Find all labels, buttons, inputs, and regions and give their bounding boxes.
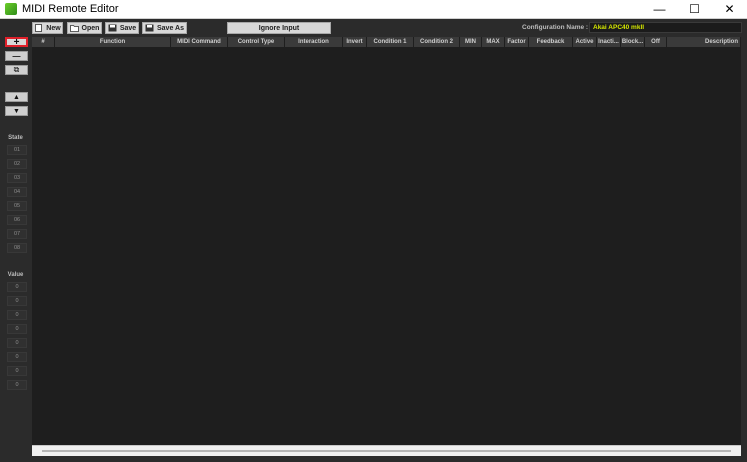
ignore-input-button[interactable]: Ignore Input bbox=[227, 22, 331, 34]
app-icon bbox=[5, 3, 17, 15]
column-header-block[interactable]: Block... bbox=[621, 37, 645, 47]
column-header-max[interactable]: MAX bbox=[482, 37, 505, 47]
state-slot[interactable]: 06 bbox=[7, 215, 27, 225]
window-controls: — ☐ ✕ bbox=[642, 0, 747, 18]
value-slot[interactable]: 0 bbox=[7, 310, 27, 320]
column-header-description[interactable]: Description bbox=[667, 37, 741, 47]
column-header-control-type[interactable]: Control Type bbox=[228, 37, 285, 47]
window-title: MIDI Remote Editor bbox=[22, 3, 119, 15]
arrow-down-icon: ▼ bbox=[13, 107, 20, 115]
value-slot[interactable]: 0 bbox=[7, 282, 27, 292]
value-slot[interactable]: 0 bbox=[7, 352, 27, 362]
column-header-condition-2[interactable]: Condition 2 bbox=[414, 37, 460, 47]
save-label: Save bbox=[119, 24, 137, 32]
left-panel: + — ⧉ ▲ ▼ State 01 02 03 04 05 06 07 08 … bbox=[0, 37, 31, 462]
plus-icon: + bbox=[13, 36, 20, 48]
copy-icon: ⧉ bbox=[13, 65, 20, 74]
arrow-up-icon: ▲ bbox=[13, 93, 20, 101]
state-slot[interactable]: 01 bbox=[7, 145, 27, 155]
column-header-inactive[interactable]: Inacti... bbox=[597, 37, 621, 47]
value-slot[interactable]: 0 bbox=[7, 380, 27, 390]
horizontal-scrollbar[interactable] bbox=[32, 445, 741, 456]
toolbar: New Open Save Save As Ignore Input Confi… bbox=[0, 19, 747, 37]
column-header-min[interactable]: MIN bbox=[460, 37, 482, 47]
configuration-name-input[interactable]: Akai APC40 mkII bbox=[589, 22, 742, 33]
table-header: # Function MIDI Command Control Type Int… bbox=[32, 37, 741, 47]
folder-icon bbox=[69, 24, 79, 32]
open-label: Open bbox=[81, 24, 100, 32]
column-header-midi-command[interactable]: MIDI Command bbox=[171, 37, 228, 47]
scrollbar-thumb[interactable] bbox=[42, 450, 731, 452]
column-header-active[interactable]: Active bbox=[573, 37, 597, 47]
title-bar: MIDI Remote Editor — ☐ ✕ bbox=[0, 0, 747, 19]
column-header-factor[interactable]: Factor bbox=[505, 37, 529, 47]
minimize-button[interactable]: — bbox=[642, 0, 677, 18]
save-as-label: Save As bbox=[157, 24, 184, 32]
column-header-feedback[interactable]: Feedback bbox=[529, 37, 573, 47]
move-up-button[interactable]: ▲ bbox=[5, 92, 28, 102]
remove-row-button[interactable]: — bbox=[5, 51, 28, 61]
value-slot[interactable]: 0 bbox=[7, 296, 27, 306]
column-header-off[interactable]: Off bbox=[645, 37, 667, 47]
new-label: New bbox=[46, 24, 61, 32]
maximize-button[interactable]: ☐ bbox=[677, 0, 712, 18]
mapping-table[interactable]: # Function MIDI Command Control Type Int… bbox=[32, 37, 741, 445]
value-slot[interactable]: 0 bbox=[7, 338, 27, 348]
minus-icon: — bbox=[12, 51, 21, 61]
state-slot[interactable]: 04 bbox=[7, 187, 27, 197]
value-slot[interactable]: 0 bbox=[7, 366, 27, 376]
column-header-condition-1[interactable]: Condition 1 bbox=[367, 37, 414, 47]
new-file-icon bbox=[34, 24, 43, 32]
new-button[interactable]: New bbox=[32, 22, 63, 34]
state-slot[interactable]: 08 bbox=[7, 243, 27, 253]
configuration-name-label: Configuration Name : bbox=[522, 24, 589, 31]
state-slot[interactable]: 05 bbox=[7, 201, 27, 211]
open-button[interactable]: Open bbox=[67, 22, 102, 34]
column-header-function[interactable]: Function bbox=[55, 37, 171, 47]
save-as-button[interactable]: Save As bbox=[142, 22, 187, 34]
state-slot[interactable]: 02 bbox=[7, 159, 27, 169]
column-header-invert[interactable]: Invert bbox=[343, 37, 367, 47]
duplicate-row-button[interactable]: ⧉ bbox=[5, 65, 28, 75]
save-button[interactable]: Save bbox=[105, 22, 139, 34]
state-slot[interactable]: 07 bbox=[7, 229, 27, 239]
column-header-number[interactable]: # bbox=[32, 37, 55, 47]
add-row-button[interactable]: + bbox=[5, 36, 28, 48]
column-header-interaction[interactable]: Interaction bbox=[285, 37, 343, 47]
state-slot[interactable]: 03 bbox=[7, 173, 27, 183]
value-slot[interactable]: 0 bbox=[7, 324, 27, 334]
value-label: Value bbox=[7, 272, 24, 278]
save-as-disk-icon bbox=[145, 24, 154, 32]
move-down-button[interactable]: ▼ bbox=[5, 106, 28, 116]
save-disk-icon bbox=[108, 24, 117, 32]
ignore-input-label: Ignore Input bbox=[258, 24, 300, 32]
close-button[interactable]: ✕ bbox=[712, 0, 747, 18]
state-label: State bbox=[8, 135, 23, 141]
